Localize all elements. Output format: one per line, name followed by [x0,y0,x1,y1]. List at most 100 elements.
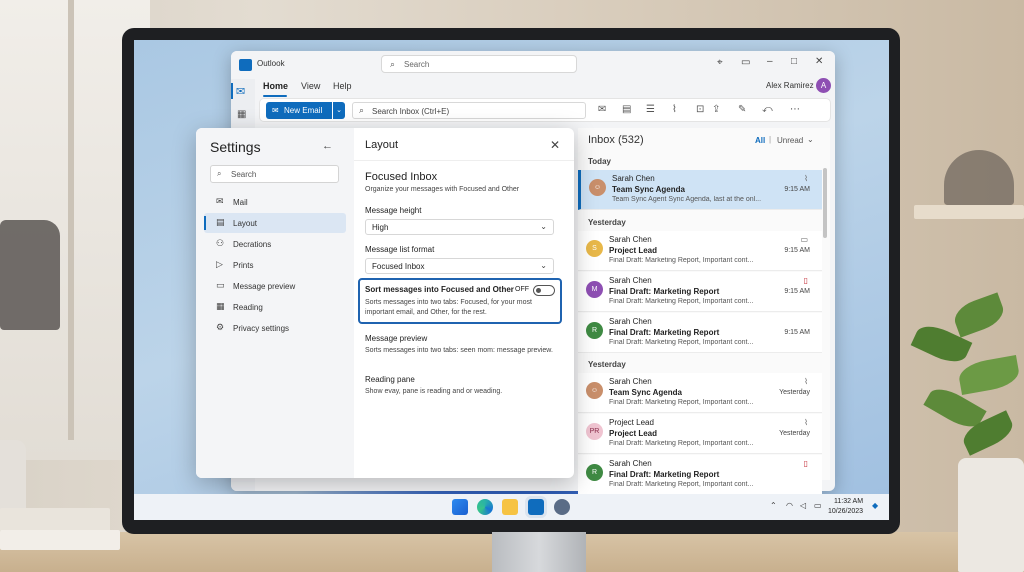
select-value: High [372,223,389,232]
message-item-4[interactable]: R Sarah Chen Final Draft: Marketing Repo… [578,313,822,353]
back-arrow-icon[interactable]: ← [322,140,333,152]
reading-pane-title: Reading pane [365,375,415,384]
minimize-icon[interactable]: – [767,56,773,67]
move-icon[interactable]: ⊡ [696,104,704,115]
message-time: Yesterday [779,430,810,437]
message-preview: Team Sync Agent Sync Agenda, last at the… [612,196,762,203]
notification-bell-icon[interactable]: ◆ [872,501,878,510]
message-item-3[interactable]: M Sarah Chen Final Draft: Marketing Repo… [578,272,822,312]
settings-nav-layout[interactable]: ▤ Layout [204,213,346,233]
chevron-down-icon[interactable]: ⌄ [807,135,814,144]
message-item-6[interactable]: PR Project Lead Project Lead Final Draft… [578,414,822,454]
taskbar-time[interactable]: 11:32 AM [834,498,863,505]
outlook-taskbar-icon[interactable] [528,499,544,515]
message-time: 9:15 AM [784,288,810,295]
tablet-icon[interactable]: ▭ [741,57,750,68]
maximize-icon[interactable]: □ [791,56,797,67]
avatar: M [586,281,603,298]
gear-icon: ⚙ [216,322,225,332]
mail-read-icon[interactable]: ✉ [598,104,606,115]
wifi-icon[interactable]: ◠ [786,501,793,510]
tab-home[interactable]: Home [263,81,288,91]
settings-nav-prints[interactable]: ▷ Prints [204,255,346,275]
inbox-scrollbar[interactable] [823,168,827,238]
attach-icon[interactable]: ⌇ [672,104,677,115]
avatar: S [586,240,603,257]
tab-help[interactable]: Help [333,81,352,91]
monitor-stand [492,532,586,572]
settings-nav-decrations[interactable]: ⚇ Decrations [204,234,346,254]
calendar-icon: ▭ [800,235,808,244]
copilot-icon[interactable]: ⌖ [717,57,723,68]
settings-nav-privacy[interactable]: ⚙ Privacy settings [204,318,346,338]
global-search-input[interactable]: ⌕ Search [381,55,577,73]
message-time: 9:15 AM [784,186,810,193]
file-explorer-icon[interactable] [502,499,518,515]
message-subject: Project Lead [609,429,658,438]
filter-unread[interactable]: Unread [777,136,803,145]
close-icon[interactable]: ✕ [815,56,823,67]
message-item-5[interactable]: ☺ Sarah Chen Team Sync Agenda Final Draf… [578,373,822,413]
message-preview: Final Draft: Marketing Report, Important… [609,339,754,346]
focused-inbox-toggle[interactable] [533,285,555,296]
message-subject: Team Sync Agenda [612,185,685,194]
reply-icon[interactable]: ⤺ [762,104,773,115]
message-preview: Final Draft: Marketing Report, Important… [609,399,754,406]
battery-icon[interactable]: ▭ [814,501,822,510]
filter-all[interactable]: All [755,136,765,145]
message-item-1[interactable]: ☺ Sarah Chen Team Sync Agenda Team Sync … [578,170,822,210]
windows-start-icon[interactable] [452,499,468,515]
outlook-logo-icon [239,59,252,71]
settings-nav-mail[interactable]: ✉ Mail [204,192,346,212]
volume-icon[interactable]: ◁ [800,501,806,510]
settings-gear-icon[interactable] [554,499,570,515]
focused-toggle-title: Sort messages into Focused and Other [365,285,514,294]
settings-nav-label: Prints [233,261,254,270]
taskbar: ⌃ ◠ ◁ ▭ 11:32 AM 10/26/2023 ◆ [134,494,889,520]
calendar-icon[interactable]: ▦ [237,109,246,120]
people-icon: ⚇ [216,238,225,248]
search-icon: ⌕ [217,169,222,178]
rail-active-indicator [231,83,233,99]
settings-search-input[interactable]: ⌕ Search [210,165,339,183]
message-preview-description: Sorts messages into two tabs: seen mom: … [365,347,553,354]
user-avatar[interactable]: A [816,78,831,93]
message-height-label: Message height [365,206,422,215]
settings-nav-label: Message preview [233,282,296,291]
settings-nav-label: Decrations [233,240,272,249]
tab-view[interactable]: View [301,81,320,91]
list-icon[interactable]: ☰ [646,104,655,115]
settings-nav-label: Privacy settings [233,324,290,333]
close-icon[interactable]: ✕ [550,138,560,152]
taskbar-date[interactable]: 10/26/2023 [828,508,863,515]
message-subject: Final Draft: Marketing Report [609,470,720,479]
archive-icon[interactable]: ▤ [622,104,631,115]
inbox-search-input[interactable]: ⌕ Search Inbox (Ctrl+E) [352,102,586,119]
settings-nav-message-preview[interactable]: ▭ Message preview [204,276,346,296]
new-email-dropdown-button[interactable]: ⌄ [333,102,345,119]
background-lamp [944,150,1014,205]
pin-icon[interactable]: ✎ [738,104,746,115]
settings-nav-reading[interactable]: ▦ Reading [204,297,346,317]
new-email-button[interactable]: ✉ New Email [266,102,332,119]
section-subtitle: Organize your messages with Focused and … [365,186,520,193]
settings-dialog: Settings ← ⌕ Search ✉ Mail ▤ Layout ⚇ De… [196,128,574,478]
mail-icon[interactable]: ✉ [236,85,245,98]
ribbon-toolbar: ✉ New Email ⌄ ⌕ Search Inbox (Ctrl+E) ✉ … [259,98,831,122]
background-shelf [914,205,1024,219]
chevron-up-icon[interactable]: ⌃ [770,501,777,510]
message-item-7[interactable]: R Sarah Chen Final Draft: Marketing Repo… [578,455,822,495]
focused-toggle-description: Sorts messages into two tabs: Focused, f… [365,299,532,316]
message-item-2[interactable]: S Sarah Chen Project Lead Final Draft: M… [578,231,822,271]
more-icon[interactable]: ⋯ [790,104,800,115]
message-height-select[interactable]: High ⌄ [365,219,554,235]
trash-icon: ▯ [803,276,808,285]
message-subject: Project Lead [609,246,658,255]
group-header-yesterday-2: Yesterday [588,360,626,369]
share-icon[interactable]: ⇪ [712,104,720,115]
reading-pane-description: Show evay, pane is reading and or weadin… [365,388,503,395]
message-list-format-select[interactable]: Focused Inbox ⌄ [365,258,554,274]
paperclip-icon: ⌇ [804,418,808,427]
edge-browser-icon[interactable] [477,499,493,515]
settings-panel: Layout ✕ Focused Inbox Organize your mes… [354,128,574,478]
